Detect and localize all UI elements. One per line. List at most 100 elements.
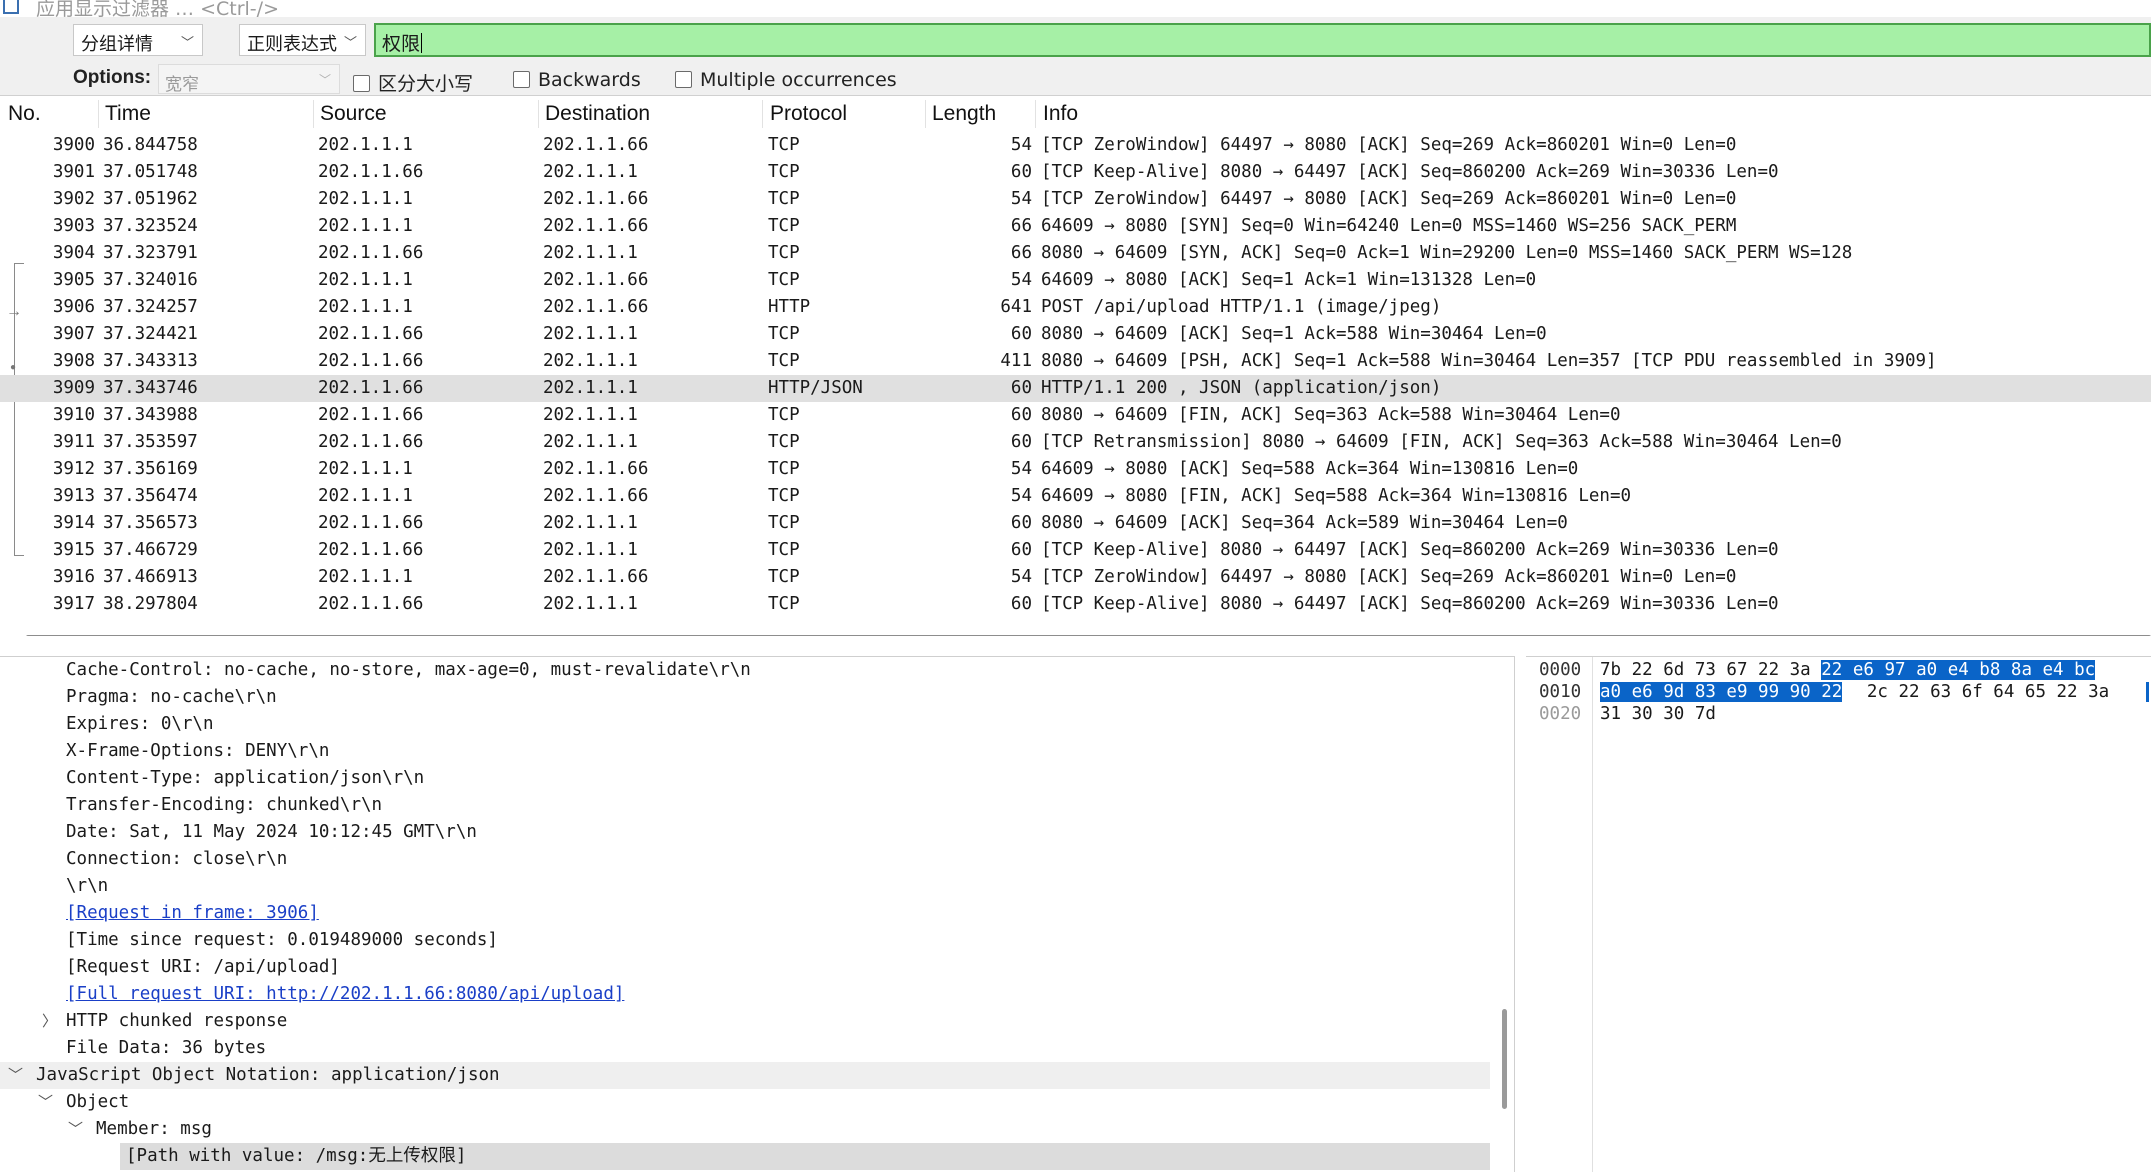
backwards-checkbox[interactable]: Backwards <box>513 69 641 91</box>
full-request-uri-link[interactable]: [Full request URI: http://202.1.1.66:808… <box>66 981 624 1008</box>
bytes-hex-row[interactable]: 7b 22 6d 73 67 22 3a 22 e6 97 a0 e4 b8 8… <box>1600 659 2096 681</box>
request-in-frame-link[interactable]: [Request in frame: 3906] <box>66 900 319 927</box>
detail-row[interactable]: 〉 HTTP chunked response <box>0 1008 1490 1035</box>
multiple-occurrences-checkbox[interactable]: Multiple occurrences <box>675 69 897 91</box>
search-type-select[interactable]: 正则表达式 ﹀ <box>239 24 366 56</box>
column-divider[interactable] <box>313 100 314 128</box>
packet-row[interactable]: 3902 37.051962 202.1.1.1 202.1.1.66 TCP … <box>0 186 2151 213</box>
packet-destination: 202.1.1.66 <box>543 567 649 587</box>
display-filter-bar[interactable]: 应用显示过滤器 … <Ctrl-/> <box>0 0 2151 18</box>
packet-row[interactable]: 3901 37.051748 202.1.1.66 202.1.1.1 TCP … <box>0 159 2151 186</box>
bytes-hex-row[interactable]: 31 30 30 7d <box>1600 703 1716 725</box>
char-width-select[interactable]: 宽窄 ﹀ <box>158 64 340 95</box>
detail-row[interactable]: [Time since request: 0.019489000 seconds… <box>0 927 1490 954</box>
detail-row[interactable]: Pragma: no-cache\r\n <box>0 684 1490 711</box>
checkbox-box[interactable] <box>513 71 530 88</box>
packet-no: 3908 <box>52 351 95 371</box>
packet-row[interactable]: 3914 37.356573 202.1.1.66 202.1.1.1 TCP … <box>0 510 2151 537</box>
vertical-scrollbar[interactable] <box>1502 1009 1507 1109</box>
detail-row[interactable]: [Request in frame: 3906] <box>0 900 1490 927</box>
detail-row[interactable]: File Data: 36 bytes <box>0 1035 1490 1062</box>
packet-row[interactable]: 3913 37.356474 202.1.1.1 202.1.1.66 TCP … <box>0 483 2151 510</box>
bytes-hex-row[interactable]: a0 e6 9d 83 e9 99 90 22 2c 22 63 6f 64 6… <box>1600 681 2109 703</box>
column-divider[interactable] <box>1035 100 1036 128</box>
detail-row[interactable]: [Request URI: /api/upload] <box>0 954 1490 981</box>
column-divider[interactable] <box>762 100 763 128</box>
packet-row[interactable]: 3905 37.324016 202.1.1.1 202.1.1.66 TCP … <box>0 267 2151 294</box>
detail-row[interactable]: ﹀ JavaScript Object Notation: applicatio… <box>0 1062 1490 1089</box>
packet-info: 8080 → 64609 [SYN, ACK] Seq=0 Ack=1 Win=… <box>1041 243 1853 263</box>
column-header-length[interactable]: Length <box>932 102 996 126</box>
search-in-select[interactable]: 分组详情 ﹀ <box>73 24 203 56</box>
checkbox-box[interactable] <box>353 75 370 92</box>
case-sensitive-checkbox[interactable]: 区分大小写 <box>353 69 473 96</box>
column-header-source[interactable]: Source <box>320 102 387 126</box>
packet-row-selected[interactable]: 3909 37.343746 202.1.1.66 202.1.1.1 HTTP… <box>0 375 2151 402</box>
packet-info: 8080 → 64609 [PSH, ACK] Seq=1 Ack=588 Wi… <box>1041 351 1937 371</box>
bookmark-icon[interactable] <box>3 0 19 14</box>
detail-row[interactable]: Expires: 0\r\n <box>0 711 1490 738</box>
detail-row[interactable]: Connection: close\r\n <box>0 846 1490 873</box>
detail-row[interactable]: Content-Type: application/json\r\n <box>0 765 1490 792</box>
detail-row[interactable]: Date: Sat, 11 May 2024 10:12:45 GMT\r\n <box>0 819 1490 846</box>
packet-row[interactable]: 3916 37.466913 202.1.1.1 202.1.1.66 TCP … <box>0 564 2151 591</box>
column-header-protocol[interactable]: Protocol <box>770 102 847 126</box>
horizontal-scrollbar[interactable] <box>26 635 2151 636</box>
column-divider[interactable] <box>538 100 539 128</box>
detail-row[interactable]: \r\n <box>0 873 1490 900</box>
packet-protocol: TCP <box>768 567 800 587</box>
detail-row[interactable]: Transfer-Encoding: chunked\r\n <box>0 792 1490 819</box>
packet-row[interactable]: 3906 37.324257 202.1.1.1 202.1.1.66 HTTP… <box>0 294 2151 321</box>
chevron-down-icon[interactable]: ﹀ <box>68 1116 83 1143</box>
packet-source: 202.1.1.66 <box>318 432 424 452</box>
packet-info: 64609 → 8080 [FIN, ACK] Seq=588 Ack=364 … <box>1041 486 1632 506</box>
detail-row[interactable]: Cache-Control: no-cache, no-store, max-a… <box>0 657 1490 684</box>
detail-row[interactable]: ﹀ Member: msg <box>0 1116 1490 1143</box>
packet-time: 37.466913 <box>103 567 198 587</box>
packet-row[interactable]: 3904 37.323791 202.1.1.66 202.1.1.1 TCP … <box>0 240 2151 267</box>
packet-source: 202.1.1.1 <box>318 216 413 236</box>
search-input[interactable]: 权限 <box>374 23 2151 57</box>
packet-time: 37.356169 <box>103 459 198 479</box>
packet-destination: 202.1.1.1 <box>543 432 638 452</box>
packet-info: [TCP Keep-Alive] 8080 → 64497 [ACK] Seq=… <box>1041 162 1779 182</box>
packet-time: 37.323791 <box>103 243 198 263</box>
column-divider[interactable] <box>98 100 99 128</box>
column-divider[interactable] <box>925 100 926 128</box>
detail-row-selected[interactable]: [Path with value: /msg:无上传权限] <box>120 1143 1490 1170</box>
packet-destination: 202.1.1.1 <box>543 513 638 533</box>
column-header-time[interactable]: Time <box>105 102 151 126</box>
column-header-no[interactable]: No. <box>8 102 41 126</box>
detail-text: [Time since request: 0.019489000 seconds… <box>66 930 498 950</box>
packet-row[interactable]: 3903 37.323524 202.1.1.1 202.1.1.66 TCP … <box>0 213 2151 240</box>
chevron-right-icon[interactable]: 〉 <box>42 1008 57 1035</box>
checkbox-box[interactable] <box>675 71 692 88</box>
multiple-occurrences-label: Multiple occurrences <box>700 69 897 91</box>
packet-source: 202.1.1.66 <box>318 594 424 614</box>
chevron-down-icon[interactable]: ﹀ <box>8 1062 23 1089</box>
packet-row[interactable]: 3910 37.343988 202.1.1.66 202.1.1.1 TCP … <box>0 402 2151 429</box>
detail-text: [Path with value: /msg:无上传权限] <box>126 1146 467 1166</box>
detail-row[interactable]: X-Frame-Options: DENY\r\n <box>0 738 1490 765</box>
packet-info: 8080 → 64609 [FIN, ACK] Seq=363 Ack=588 … <box>1041 405 1621 425</box>
packet-no: 3912 <box>52 459 95 479</box>
chevron-down-icon: ﹀ <box>180 36 194 51</box>
packet-row[interactable]: 3908 37.343313 202.1.1.66 202.1.1.1 TCP … <box>0 348 2151 375</box>
column-header-info[interactable]: Info <box>1043 102 1078 126</box>
chevron-down-icon[interactable]: ﹀ <box>38 1089 53 1116</box>
packet-row[interactable]: 3912 37.356169 202.1.1.1 202.1.1.66 TCP … <box>0 456 2151 483</box>
column-header-destination[interactable]: Destination <box>545 102 650 126</box>
packet-source: 202.1.1.1 <box>318 486 413 506</box>
detail-row[interactable]: ﹀ Object <box>0 1089 1490 1116</box>
packet-row[interactable]: 3900 36.844758 202.1.1.1 202.1.1.66 TCP … <box>0 132 2151 159</box>
packet-row[interactable]: 3915 37.466729 202.1.1.66 202.1.1.1 TCP … <box>0 537 2151 564</box>
packet-protocol: HTTP/JSON <box>768 378 863 398</box>
packet-destination: 202.1.1.1 <box>543 324 638 344</box>
packet-length: 60 <box>1010 405 1032 425</box>
packet-info: [TCP ZeroWindow] 64497 → 8080 [ACK] Seq=… <box>1041 135 1737 155</box>
packet-no: 3916 <box>52 567 95 587</box>
detail-row[interactable]: [Full request URI: http://202.1.1.66:808… <box>0 981 1490 1008</box>
packet-row[interactable]: 3911 37.353597 202.1.1.66 202.1.1.1 TCP … <box>0 429 2151 456</box>
packet-row[interactable]: 3907 37.324421 202.1.1.66 202.1.1.1 TCP … <box>0 321 2151 348</box>
packet-row[interactable]: 3917 38.297804 202.1.1.66 202.1.1.1 TCP … <box>0 591 2151 618</box>
